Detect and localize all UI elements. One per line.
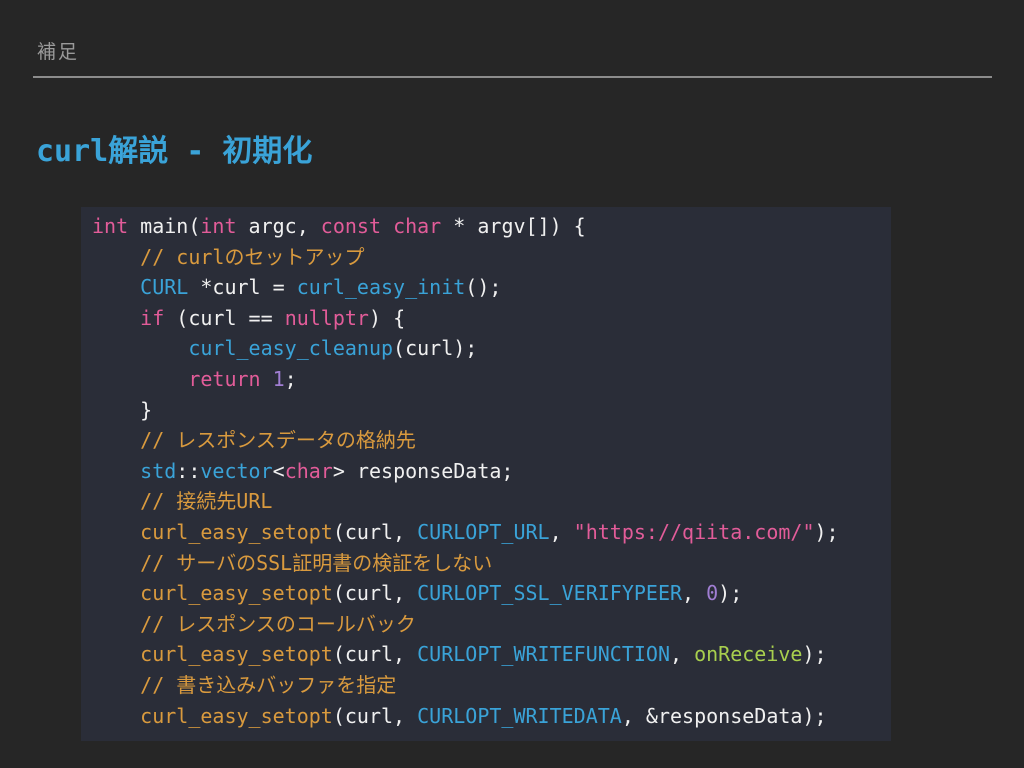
code-token: ); bbox=[802, 642, 827, 667]
code-token: int bbox=[92, 214, 129, 238]
code-token: (curl, bbox=[332, 642, 418, 667]
slide-title: curl解説 - 初期化 bbox=[36, 134, 313, 169]
code-token: CURLOPT_SSL_VERIFYPEER bbox=[417, 581, 683, 606]
code-token: // サーバのSSL証明書の検証をしない bbox=[140, 550, 493, 575]
code-token: * argv[]) { bbox=[441, 214, 586, 238]
code-token: (curl, bbox=[332, 519, 418, 544]
code-line: curl_easy_setopt(curl, CURLOPT_WRITEDATA… bbox=[92, 701, 839, 732]
code-token: , bbox=[549, 519, 574, 544]
code-token: } bbox=[92, 397, 153, 422]
code-line: CURL *curl = curl_easy_init(); bbox=[92, 272, 839, 303]
code-token: "https://qiita.com/" bbox=[573, 519, 815, 544]
code-line: if (curl == nullptr) { bbox=[92, 303, 839, 334]
code-token: curl_easy_cleanup bbox=[188, 336, 394, 361]
header-divider bbox=[33, 76, 992, 78]
code-token: (curl, bbox=[332, 581, 418, 606]
code-token: > responseData; bbox=[332, 458, 514, 483]
code-token: nullptr bbox=[284, 305, 369, 330]
code-token: onReceive bbox=[694, 642, 803, 667]
code-token: main( bbox=[128, 214, 201, 238]
code-token: CURLOPT_WRITEFUNCTION bbox=[417, 642, 670, 667]
code-block: int main(int argc, const char * argv[]) … bbox=[92, 211, 839, 731]
code-token: curl_easy_init bbox=[296, 275, 466, 300]
code-token: (curl, bbox=[332, 703, 418, 728]
code-token: // 書き込みバッファを指定 bbox=[140, 672, 397, 697]
code-token: :: bbox=[176, 458, 201, 483]
code-token: , bbox=[670, 642, 695, 667]
code-token: (curl == bbox=[164, 305, 285, 330]
code-token: CURLOPT_URL bbox=[417, 519, 550, 544]
code-line: std::vector<char> responseData; bbox=[92, 456, 839, 487]
code-token: char bbox=[393, 214, 442, 238]
code-token: (); bbox=[465, 275, 502, 300]
code-line: curl_easy_setopt(curl, CURLOPT_URL, "htt… bbox=[92, 517, 839, 548]
code-line: // 接続先URL bbox=[92, 486, 839, 517]
code-line: // サーバのSSL証明書の検証をしない bbox=[92, 548, 839, 579]
code-token: argc, bbox=[236, 214, 321, 238]
code-line: // curlのセットアップ bbox=[92, 242, 839, 273]
code-token: CURLOPT_WRITEDATA bbox=[417, 703, 622, 728]
code-line: // 書き込みバッファを指定 bbox=[92, 670, 839, 701]
code-token: curl_easy_setopt bbox=[140, 519, 333, 544]
code-token: CURL bbox=[140, 275, 189, 300]
code-token: ; bbox=[284, 366, 297, 391]
code-token: curl_easy_setopt bbox=[140, 642, 333, 667]
code-token: // curlのセットアップ bbox=[140, 244, 365, 269]
code-panel: int main(int argc, const char * argv[]) … bbox=[81, 207, 891, 741]
code-line: curl_easy_setopt(curl, CURLOPT_SSL_VERIF… bbox=[92, 578, 839, 609]
code-line: curl_easy_setopt(curl, CURLOPT_WRITEFUNC… bbox=[92, 639, 839, 670]
code-token: int bbox=[200, 214, 237, 238]
code-token: < bbox=[272, 458, 285, 483]
code-token: curl_easy_setopt bbox=[140, 581, 333, 606]
code-token: const bbox=[320, 214, 382, 238]
code-token: return bbox=[188, 366, 261, 391]
code-token: // レスポンスのコールバック bbox=[140, 611, 416, 636]
code-line: curl_easy_cleanup(curl); bbox=[92, 333, 839, 364]
code-token: 0 bbox=[706, 581, 719, 606]
code-token: (curl); bbox=[393, 336, 478, 361]
code-token: ); bbox=[814, 519, 839, 544]
code-token: , bbox=[682, 581, 707, 606]
code-line: return 1; bbox=[92, 364, 839, 395]
code-line: // レスポンスデータの格納先 bbox=[92, 425, 839, 456]
code-token: // レスポンスデータの格納先 bbox=[140, 428, 416, 453]
code-token: ) { bbox=[368, 305, 406, 330]
code-token: curl_easy_setopt bbox=[140, 703, 333, 728]
code-line: int main(int argc, const char * argv[]) … bbox=[92, 211, 839, 242]
code-token: , &responseData); bbox=[621, 703, 827, 728]
code-token: std bbox=[140, 458, 177, 483]
code-line: // レスポンスのコールバック bbox=[92, 609, 839, 640]
code-token: if bbox=[140, 305, 165, 330]
code-token: vector bbox=[200, 458, 273, 483]
code-line: } bbox=[92, 395, 839, 426]
code-token: *curl = bbox=[188, 275, 297, 300]
code-token: char bbox=[284, 458, 333, 483]
section-label: 補足 bbox=[37, 41, 80, 63]
code-token: // 接続先URL bbox=[140, 489, 273, 514]
code-token: ); bbox=[718, 581, 743, 606]
code-token: 1 bbox=[272, 366, 285, 391]
